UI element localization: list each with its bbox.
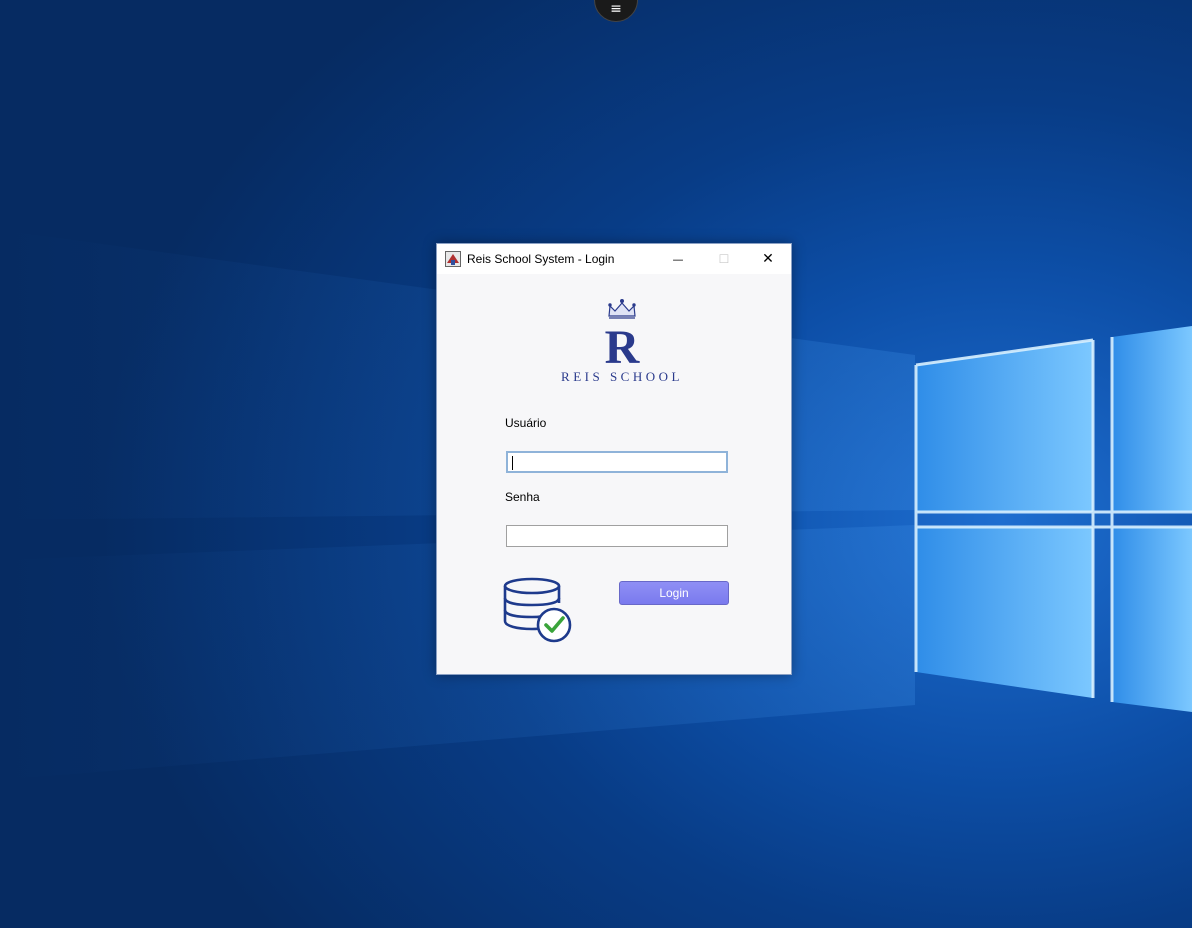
database-check-icon (503, 577, 572, 643)
logo-text: REIS SCHOOL (561, 369, 683, 384)
window-title: Reis School System - Login (467, 252, 615, 266)
username-field[interactable] (506, 451, 728, 473)
username-label: Usuário (505, 416, 547, 430)
title-bar[interactable]: Reis School System - Login — ☐ ✕ (437, 244, 791, 274)
minimize-icon: — (672, 252, 684, 266)
login-window: Reis School System - Login — ☐ ✕ R REIS … (436, 243, 792, 675)
minimize-button[interactable]: — (655, 244, 701, 274)
maximize-icon: ☐ (718, 252, 730, 266)
logo-mark: R (605, 298, 641, 374)
text-caret (512, 456, 513, 470)
crown-icon (608, 298, 636, 319)
password-label: Senha (505, 490, 540, 504)
login-button[interactable]: Login (619, 581, 729, 605)
reis-school-logo: R REIS SCHOOL (547, 294, 697, 386)
maximize-button[interactable]: ☐ (701, 244, 747, 274)
desktop: ≡ Reis School System - Login — ☐ ✕ R REI… (0, 0, 1192, 928)
close-button[interactable]: ✕ (745, 244, 791, 274)
password-field[interactable] (506, 525, 728, 547)
menu-icon: ≡ (610, 1, 622, 17)
logo-letter: R (605, 321, 641, 369)
app-icon (445, 251, 461, 267)
close-icon: ✕ (762, 251, 774, 267)
